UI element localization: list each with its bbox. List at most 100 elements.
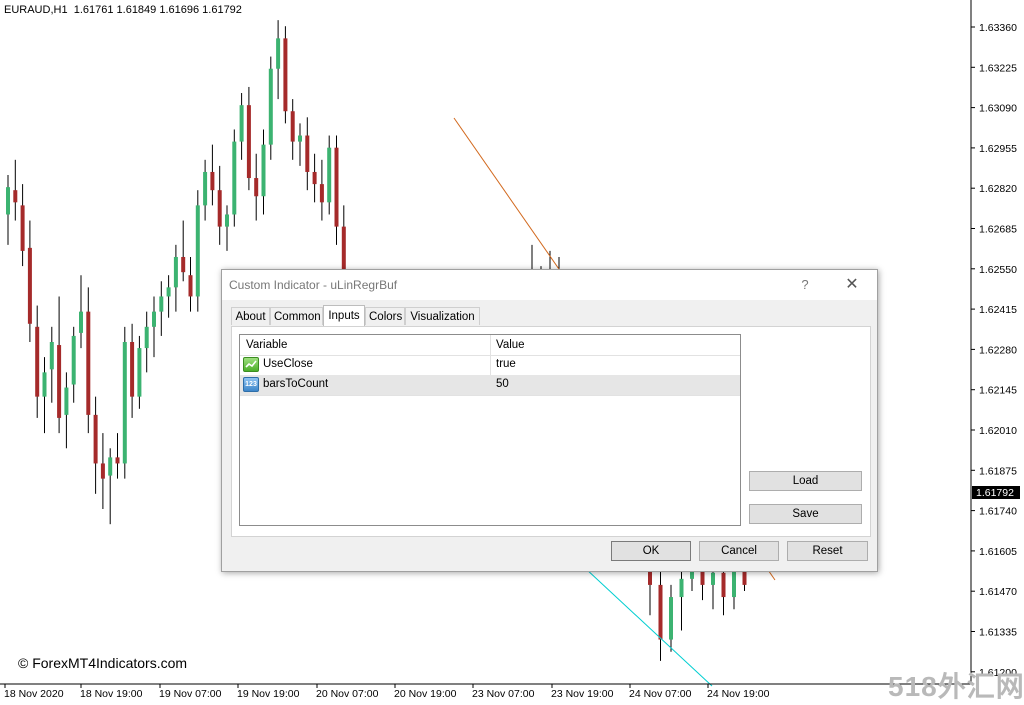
symbol-label: EURAUD,H1 xyxy=(4,4,68,16)
tab-visualization[interactable]: Visualization xyxy=(405,307,480,325)
time-axis: 18 Nov 2020 18 Nov 19:00 19 Nov 07:00 19 No… xyxy=(4,684,770,700)
candle xyxy=(188,256,193,312)
candle xyxy=(64,372,69,449)
row-variable: UseClose xyxy=(263,358,313,370)
custom-indicator-dialog: Custom Indicator - uLinRegrBuf ? ✕ About… xyxy=(221,269,878,572)
candle xyxy=(254,153,259,221)
time-tick-label: 23 Nov 19:00 xyxy=(551,688,614,700)
candle xyxy=(27,220,32,342)
candle xyxy=(203,159,208,221)
tab-common[interactable]: Common xyxy=(270,307,323,325)
row-value[interactable]: true xyxy=(496,358,516,370)
candle xyxy=(261,129,266,215)
candle xyxy=(312,153,317,203)
candle xyxy=(20,184,25,267)
candle xyxy=(669,584,673,652)
time-tick-label: 19 Nov 19:00 xyxy=(237,688,300,700)
candle xyxy=(152,296,156,358)
column-header-value[interactable]: Value xyxy=(496,339,525,351)
price-tick-label: 1.62820 xyxy=(979,183,1017,195)
candle xyxy=(79,275,83,349)
tab-about[interactable]: About xyxy=(231,307,270,325)
candle xyxy=(319,159,324,221)
price-axis: 1.63360 1.63225 1.63090 1.62955 1.62820 1.626… xyxy=(971,22,1017,679)
ok-button[interactable]: OK xyxy=(611,541,691,561)
candle xyxy=(217,165,222,245)
column-header-variable[interactable]: Variable xyxy=(246,339,287,351)
price-tick-label: 1.63090 xyxy=(979,103,1017,115)
candle xyxy=(225,205,229,251)
watermark-518: 518外汇网 xyxy=(888,671,1024,702)
candle xyxy=(115,433,120,479)
cancel-button[interactable]: Cancel xyxy=(699,541,779,561)
candle xyxy=(305,117,310,191)
candle xyxy=(137,335,142,409)
ohlc-values: 1.61761 1.61849 1.61696 1.61792 xyxy=(73,4,242,16)
price-tick-label: 1.62415 xyxy=(979,304,1017,316)
save-button[interactable]: Save xyxy=(749,504,862,524)
candle xyxy=(232,129,237,227)
price-tick-label: 1.62550 xyxy=(979,264,1017,276)
price-tick-label: 1.61470 xyxy=(979,586,1017,598)
dialog-titlebar[interactable]: Custom Indicator - uLinRegrBuf ? ✕ xyxy=(222,270,877,300)
inputs-grid[interactable]: Variable Value UseClose true 123 barsToC… xyxy=(239,334,741,526)
candle xyxy=(130,323,135,418)
candle xyxy=(298,123,302,166)
price-tick-label: 1.61740 xyxy=(979,506,1017,518)
time-tick-label: 20 Nov 19:00 xyxy=(394,688,457,700)
time-tick-label: 24 Nov 19:00 xyxy=(707,688,770,700)
price-tick-label: 1.63225 xyxy=(979,62,1017,74)
current-price-marker: 1.61792 xyxy=(972,486,1020,499)
row-variable: barsToCount xyxy=(263,378,329,390)
candle xyxy=(159,281,164,336)
candle xyxy=(122,326,127,479)
candle xyxy=(35,305,40,418)
candle xyxy=(334,135,339,245)
candle xyxy=(283,26,288,124)
candle xyxy=(173,244,178,312)
candle xyxy=(93,396,98,494)
table-row[interactable]: 123 barsToCount 50 xyxy=(240,375,740,396)
dialog-title: Custom Indicator - uLinRegrBuf xyxy=(229,278,398,292)
candle xyxy=(71,326,76,403)
time-tick-label: 24 Nov 07:00 xyxy=(629,688,692,700)
candle xyxy=(268,56,273,160)
candle xyxy=(42,357,47,434)
candle xyxy=(86,287,91,434)
price-tick-label: 1.62685 xyxy=(979,224,1017,236)
integer-icon: 123 xyxy=(243,377,259,392)
candle xyxy=(6,175,10,245)
price-tick-label: 1.63360 xyxy=(979,22,1017,34)
row-value[interactable]: 50 xyxy=(496,378,509,390)
watermark-forexmt4: © ForexMT4Indicators.com xyxy=(18,655,188,671)
candle xyxy=(239,93,244,160)
candle xyxy=(108,448,113,525)
time-tick-label: 19 Nov 07:00 xyxy=(159,688,222,700)
close-button[interactable]: ✕ xyxy=(839,274,865,296)
price-tick-label: 1.62145 xyxy=(979,385,1017,397)
time-tick-label: 23 Nov 07:00 xyxy=(472,688,535,700)
price-tick-label: 1.61605 xyxy=(979,546,1017,558)
load-button[interactable]: Load xyxy=(749,471,862,491)
boolean-icon xyxy=(243,357,259,372)
help-button[interactable]: ? xyxy=(792,274,818,296)
table-row[interactable]: UseClose true xyxy=(240,355,740,376)
candle xyxy=(49,326,54,403)
candle xyxy=(181,220,186,282)
price-tick-label: 1.61875 xyxy=(979,465,1017,477)
candle xyxy=(195,190,200,312)
candle xyxy=(100,433,105,509)
time-tick-label: 20 Nov 07:00 xyxy=(316,688,379,700)
candle xyxy=(210,144,215,206)
candle xyxy=(144,311,149,373)
tab-colors[interactable]: Colors xyxy=(365,307,405,325)
time-tick-label: 18 Nov 2020 xyxy=(4,688,64,700)
candle xyxy=(290,99,295,160)
candle xyxy=(57,296,62,434)
tab-inputs[interactable]: Inputs xyxy=(323,305,365,326)
regression-line-lower xyxy=(584,567,713,687)
inputs-panel: Variable Value UseClose true 123 barsToC… xyxy=(231,326,871,537)
price-tick-label: 1.62010 xyxy=(979,425,1017,437)
price-tick-label: 1.61335 xyxy=(979,627,1017,639)
reset-button[interactable]: Reset xyxy=(787,541,868,561)
